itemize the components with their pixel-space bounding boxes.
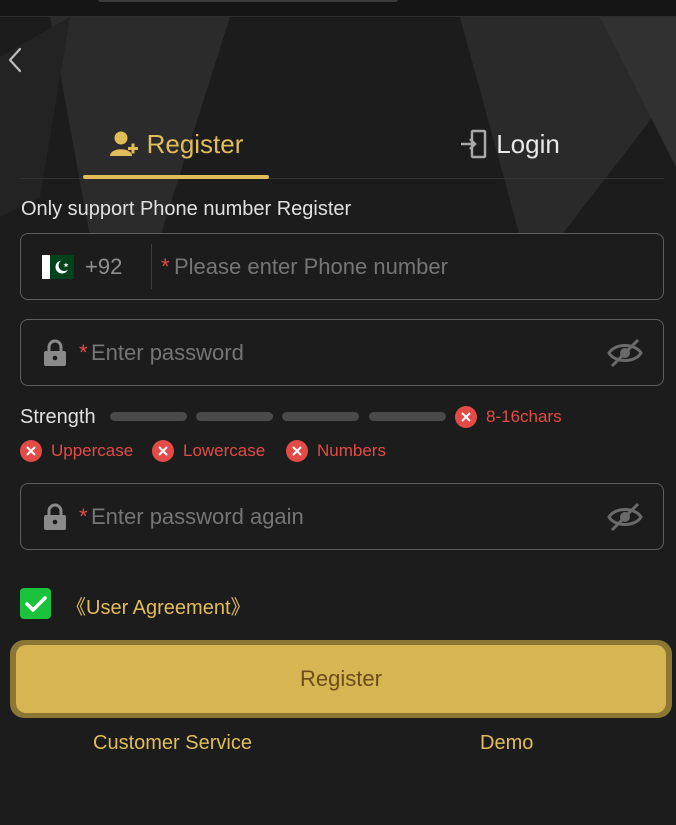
register-button-frame: Register bbox=[10, 640, 672, 718]
lock-icon bbox=[44, 339, 66, 366]
chevron-left-icon bbox=[8, 47, 22, 73]
confirm-password-field: * bbox=[20, 483, 664, 550]
requirement-label: 8-16chars bbox=[486, 407, 562, 426]
required-mark: * bbox=[161, 254, 170, 279]
back-button[interactable] bbox=[4, 45, 26, 75]
requirement-label: Numbers bbox=[317, 441, 386, 460]
register-button[interactable]: Register bbox=[16, 645, 666, 713]
demo-link[interactable]: Demo bbox=[480, 732, 533, 755]
requirement-label: Uppercase bbox=[51, 441, 134, 460]
agreement-checkbox[interactable] bbox=[20, 588, 51, 619]
phone-input[interactable] bbox=[174, 234, 644, 299]
strength-bar bbox=[110, 412, 187, 421]
confirm-password-input[interactable] bbox=[91, 484, 591, 549]
pakistan-flag-icon bbox=[42, 255, 74, 279]
requirement-numbers: Numbers bbox=[286, 440, 386, 462]
error-icon bbox=[152, 440, 174, 462]
requirement-length: 8-16chars bbox=[455, 406, 562, 428]
required-mark: * bbox=[79, 340, 88, 365]
eye-hidden-icon[interactable] bbox=[607, 338, 643, 368]
user-agreement-link[interactable]: 《User Agreement》 bbox=[66, 591, 251, 620]
field-divider bbox=[151, 244, 152, 289]
lock-icon bbox=[44, 503, 66, 530]
auth-tabs: Register Login bbox=[20, 110, 664, 179]
error-icon bbox=[455, 406, 477, 428]
customer-service-link[interactable]: Customer Service bbox=[93, 732, 252, 755]
requirement-label: Lowercase bbox=[183, 441, 266, 460]
required-mark: * bbox=[79, 504, 88, 529]
top-bar-handle bbox=[98, 0, 398, 2]
strength-bar bbox=[369, 412, 446, 421]
tab-login-label: Login bbox=[496, 128, 560, 159]
country-code[interactable]: +92 bbox=[85, 254, 122, 280]
tab-login[interactable]: Login bbox=[460, 110, 560, 178]
login-door-icon bbox=[460, 129, 488, 159]
strength-bar bbox=[282, 412, 359, 421]
strength-bar bbox=[196, 412, 273, 421]
phone-field: +92 * bbox=[20, 233, 664, 300]
tab-register-label: Register bbox=[146, 128, 244, 159]
eye-hidden-icon[interactable] bbox=[607, 502, 643, 532]
error-icon bbox=[20, 440, 42, 462]
user-plus-icon bbox=[109, 130, 139, 158]
tab-register[interactable]: Register bbox=[83, 110, 269, 178]
password-field: * bbox=[20, 319, 664, 386]
password-input[interactable] bbox=[91, 320, 591, 385]
password-strength: Strength bbox=[20, 404, 676, 430]
error-icon bbox=[286, 440, 308, 462]
requirement-lowercase: Lowercase bbox=[152, 440, 265, 462]
checkmark-icon bbox=[24, 595, 47, 612]
active-tab-indicator bbox=[83, 175, 269, 179]
requirement-uppercase: Uppercase bbox=[20, 440, 133, 462]
strength-label: Strength bbox=[20, 406, 96, 428]
top-bar bbox=[0, 0, 676, 17]
register-hint: Only support Phone number Register bbox=[21, 198, 352, 220]
